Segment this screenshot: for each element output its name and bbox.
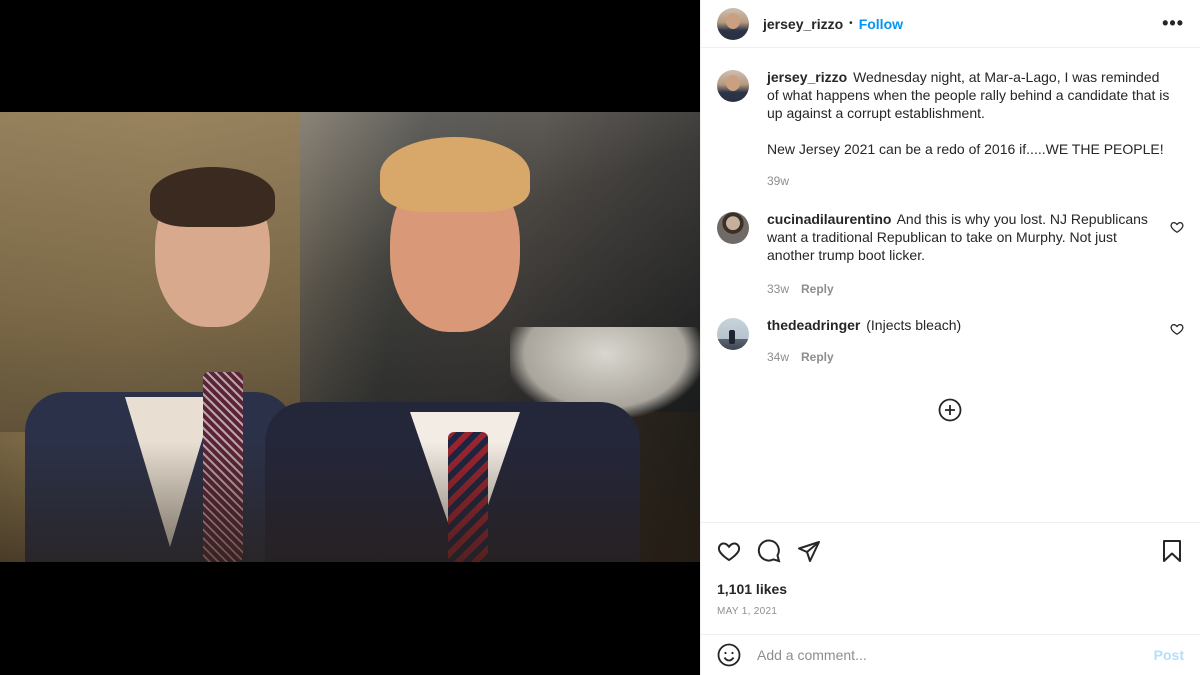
comment-age: 33w (767, 282, 790, 296)
post-comment-button[interactable]: Post (1154, 647, 1184, 663)
reply-button[interactable]: Reply (801, 348, 834, 366)
post-actions: 1,101 likes MAY 1, 2021 (701, 522, 1200, 634)
commenter-avatar[interactable] (717, 212, 749, 244)
author-username[interactable]: jersey_rizzo (763, 16, 843, 32)
comment-age: 34w (767, 350, 790, 364)
author-avatar[interactable] (717, 7, 749, 40)
post-header: jersey_rizzo • Follow ••• (701, 0, 1200, 48)
commenter-username[interactable]: thedeadringer (767, 317, 860, 333)
comments-list[interactable]: jersey_rizzo Wednesday night, at Mar-a-L… (701, 48, 1200, 522)
caption-username[interactable]: jersey_rizzo (767, 69, 847, 85)
comment-like-heart-icon[interactable] (1170, 322, 1184, 336)
caption: jersey_rizzo Wednesday night, at Mar-a-L… (717, 68, 1184, 190)
caption-age: 39w (767, 174, 790, 188)
comment-item: cucinadilaurentino And this is why you l… (717, 210, 1184, 298)
comment-like-heart-icon[interactable] (1170, 220, 1184, 234)
instagram-post: jersey_rizzo • Follow ••• jersey_rizzo W… (0, 0, 1200, 675)
header-separator: • (849, 18, 853, 29)
save-bookmark-icon[interactable] (1160, 539, 1184, 563)
caption-text-2: New Jersey 2021 can be a redo of 2016 if… (767, 141, 1164, 157)
more-options-icon[interactable]: ••• (1162, 13, 1184, 34)
comment-bubble-icon[interactable] (757, 539, 781, 563)
post-date: MAY 1, 2021 (717, 606, 778, 617)
comment-item: thedeadringer (Injects bleach) 34w Reply (717, 316, 1184, 366)
caption-avatar[interactable] (717, 70, 749, 102)
post-sidebar: jersey_rizzo • Follow ••• jersey_rizzo W… (700, 0, 1200, 675)
comment-input[interactable] (757, 647, 1154, 663)
post-media[interactable] (0, 0, 700, 675)
likes-count[interactable]: 1,101 likes (717, 581, 1184, 597)
add-comment-bar: Post (701, 634, 1200, 675)
emoji-smiley-icon[interactable] (717, 643, 741, 667)
like-heart-icon[interactable] (717, 539, 741, 563)
share-paper-plane-icon[interactable] (797, 539, 821, 563)
reply-button[interactable]: Reply (801, 280, 834, 298)
post-photo[interactable] (0, 112, 700, 562)
comment-text: (Injects bleach) (866, 317, 962, 333)
follow-button[interactable]: Follow (859, 16, 903, 32)
commenter-avatar[interactable] (717, 318, 749, 350)
commenter-username[interactable]: cucinadilaurentino (767, 211, 891, 227)
load-more-comments-plus-icon[interactable] (938, 398, 962, 422)
